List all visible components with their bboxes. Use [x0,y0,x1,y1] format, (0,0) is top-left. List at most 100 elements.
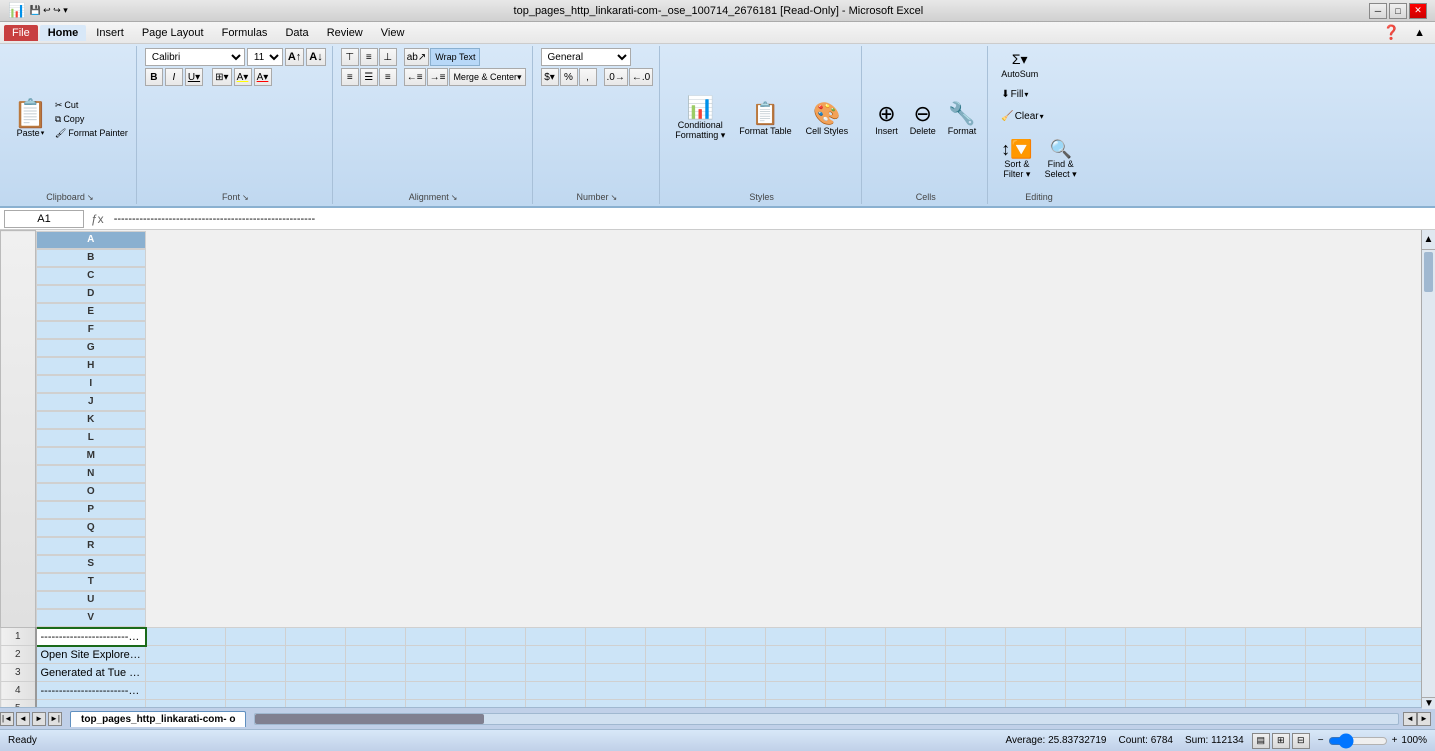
comma-button[interactable]: , [579,68,597,86]
cell[interactable] [226,646,286,664]
normal-view-button[interactable]: ▤ [1252,733,1270,749]
cell[interactable] [526,646,586,664]
empty-cell[interactable] [1186,628,1246,646]
empty-cell[interactable] [886,682,946,700]
cell[interactable] [226,628,286,646]
cell[interactable] [406,682,466,700]
col-header-c[interactable]: C [36,267,146,285]
empty-cell[interactable] [1306,700,1366,708]
empty-cell[interactable] [1246,628,1306,646]
empty-cell[interactable] [1366,682,1422,700]
empty-cell[interactable] [826,682,886,700]
wrap-text-button[interactable]: Wrap Text [430,48,480,66]
col-header-o[interactable]: O [36,483,146,501]
col-header-r[interactable]: R [36,537,146,555]
cell[interactable] [646,628,706,646]
font-color-button[interactable]: A▾ [254,68,272,86]
italic-button[interactable]: I [165,68,183,86]
empty-cell[interactable] [1366,664,1422,682]
copy-button[interactable]: ⧉ Copy [53,113,130,126]
col-header-a[interactable]: A [36,231,146,249]
cell[interactable]: ----------------------------------------… [36,628,146,646]
cell[interactable] [346,682,406,700]
cell[interactable] [146,646,226,664]
col-header-h[interactable]: H [36,357,146,375]
cell[interactable] [646,682,706,700]
cell[interactable] [466,628,526,646]
empty-cell[interactable] [1006,664,1066,682]
menu-formulas[interactable]: Formulas [214,25,276,41]
empty-cell[interactable] [886,646,946,664]
empty-cell[interactable] [1246,646,1306,664]
empty-cell[interactable] [1306,628,1366,646]
cell[interactable] [586,700,646,708]
decrease-indent-button[interactable]: ←≡ [404,68,426,86]
align-center-button[interactable]: ☰ [360,68,378,86]
empty-cell[interactable] [1186,646,1246,664]
underline-button[interactable]: U▾ [185,68,203,86]
cell[interactable] [586,682,646,700]
minimize-button[interactable]: ─ [1369,3,1387,19]
empty-cell[interactable] [1066,700,1126,708]
conditional-formatting-button[interactable]: 📊 ConditionalFormatting ▾ [670,89,730,149]
fill-button[interactable]: ⬇ Fill ▾ [996,84,1033,104]
empty-cell[interactable] [1066,664,1126,682]
empty-cell[interactable] [1306,664,1366,682]
row-header-4[interactable]: 4 [1,682,36,700]
row-header-2[interactable]: 2 [1,646,36,664]
col-header-k[interactable]: K [36,411,146,429]
cell[interactable] [146,664,226,682]
col-header-g[interactable]: G [36,339,146,357]
empty-cell[interactable] [1066,628,1126,646]
col-header-e[interactable]: E [36,303,146,321]
cell[interactable] [146,682,226,700]
col-header-v[interactable]: V [36,609,146,627]
cut-button[interactable]: ✂ Cut [53,99,130,112]
alignment-expand-icon[interactable]: ↘ [451,193,458,202]
empty-cell[interactable] [1006,682,1066,700]
align-top-button[interactable]: ⊤ [341,48,359,66]
text-orientation-button[interactable]: ab↗ [404,48,430,66]
empty-cell[interactable] [1066,646,1126,664]
menu-home[interactable]: Home [40,25,87,41]
cell[interactable] [646,700,706,708]
autosum-button[interactable]: Σ▾ AutoSum [996,48,1043,82]
font-size-select[interactable]: 11 [247,48,283,66]
col-header-n[interactable]: N [36,465,146,483]
minimize-ribbon[interactable]: ▲ [1408,25,1431,41]
cell[interactable] [586,664,646,682]
sheet-nav-last[interactable]: ►| [48,712,62,726]
row-header-1[interactable]: 1 [1,628,36,646]
empty-cell[interactable] [1126,682,1186,700]
font-expand-icon[interactable]: ↘ [242,193,249,202]
empty-cell[interactable] [706,682,766,700]
cell[interactable] [406,700,466,708]
cell-styles-button[interactable]: 🎨 Cell Styles [801,89,854,149]
cell[interactable] [226,682,286,700]
empty-cell[interactable] [1246,664,1306,682]
cell[interactable] [586,628,646,646]
menu-data[interactable]: Data [277,25,316,41]
currency-button[interactable]: $▾ [541,68,559,86]
empty-cell[interactable] [1066,682,1126,700]
menu-review[interactable]: Review [319,25,371,41]
fill-color-button[interactable]: A▾ [234,68,252,86]
cell[interactable] [406,628,466,646]
clear-button[interactable]: 🧹 Clear ▾ [996,106,1048,126]
col-header-s[interactable]: S [36,555,146,573]
sheet-nav-first[interactable]: |◄ [0,712,14,726]
sheet-nav-next[interactable]: ► [32,712,46,726]
close-button[interactable]: ✕ [1409,3,1427,19]
cell[interactable] [586,646,646,664]
cell[interactable] [466,700,526,708]
restore-button[interactable]: □ [1389,3,1407,19]
name-box[interactable] [4,210,84,228]
cell[interactable] [646,646,706,664]
empty-cell[interactable] [886,628,946,646]
empty-cell[interactable] [946,700,1006,708]
cell[interactable] [226,700,286,708]
increase-indent-button[interactable]: →≡ [427,68,449,86]
number-expand-icon[interactable]: ↘ [611,193,618,202]
increase-font-button[interactable]: A↑ [285,48,304,66]
empty-cell[interactable] [1186,682,1246,700]
